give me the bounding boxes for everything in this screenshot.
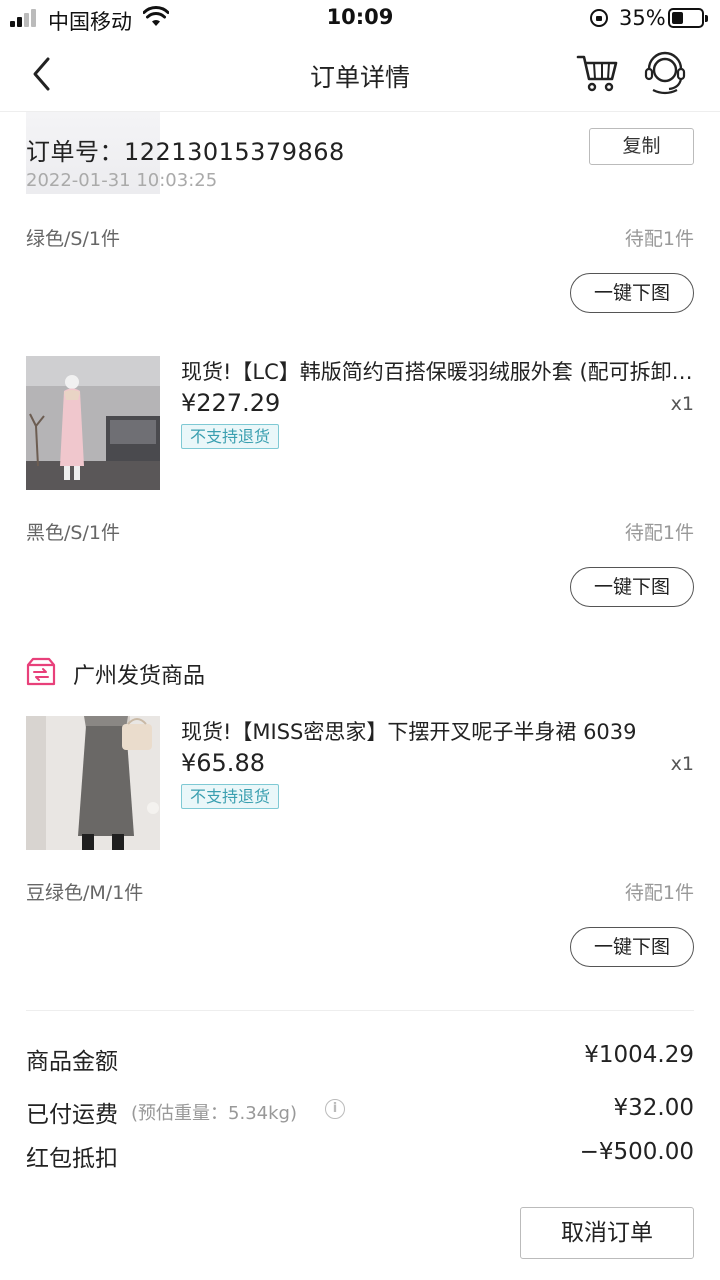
goods-amount-label: 商品金额 <box>26 1049 118 1075</box>
product-title[interactable]: 现货!【LC】韩版简约百搭保暖羽绒服外套 (配可拆卸毛领) <box>181 356 693 386</box>
cancel-order-button[interactable]: 取消订单 <box>520 1207 694 1259</box>
estimated-weight-note: (预估重量：5.34kg) <box>131 1103 297 1124</box>
red-packet-label: 红包抵扣 <box>26 1146 118 1172</box>
cart-icon[interactable] <box>576 52 620 94</box>
goods-amount-value: ¥1004.29 <box>584 1042 694 1068</box>
status-bar: 中国移动 10:09 35% <box>0 0 720 36</box>
item-spec: 豆绿色/M/1件 <box>26 882 144 904</box>
item-status: 待配1件 <box>624 228 694 250</box>
product-thumbnail[interactable] <box>26 356 160 490</box>
order-number: 订单号：12213015379868 <box>26 138 345 166</box>
battery-icon <box>668 8 708 28</box>
no-return-badge: 不支持退货 <box>181 424 280 449</box>
download-images-button[interactable]: 一键下图 <box>570 273 694 313</box>
product-price: ¥227.29 <box>181 389 281 417</box>
shipping-fee-value: ¥32.00 <box>613 1095 694 1121</box>
orientation-lock-icon <box>590 9 608 27</box>
download-images-button[interactable]: 一键下图 <box>570 567 694 607</box>
no-return-badge: 不支持退货 <box>181 784 280 809</box>
copy-order-number-button[interactable]: 复制 <box>589 128 694 165</box>
product-price: ¥65.88 <box>181 749 265 777</box>
red-packet-value: −¥500.00 <box>579 1139 694 1165</box>
item-status: 待配1件 <box>624 522 694 544</box>
battery-percent: 35% <box>619 6 666 30</box>
divider <box>26 1010 694 1011</box>
section-title-guangzhou: 广州发货商品 <box>73 664 206 689</box>
shipping-fee-label: 已付运费 <box>26 1102 118 1128</box>
download-images-button[interactable]: 一键下图 <box>570 927 694 967</box>
order-timestamp: 2022-01-31 10:03:25 <box>26 170 218 191</box>
navigation-bar: 订单详情 <box>0 36 720 112</box>
item-spec: 绿色/S/1件 <box>26 228 120 250</box>
product-thumbnail[interactable] <box>26 716 160 850</box>
item-spec: 黑色/S/1件 <box>26 522 120 544</box>
customer-service-icon[interactable] <box>642 50 688 96</box>
info-icon[interactable]: i <box>325 1099 345 1119</box>
product-title[interactable]: 现货!【MISS密思家】下摆开叉呢子半身裙 6039 <box>181 716 693 746</box>
clock-time: 10:09 <box>326 5 394 29</box>
product-quantity: x1 <box>670 753 694 775</box>
shipping-box-icon <box>26 657 56 686</box>
item-status: 待配1件 <box>624 882 694 904</box>
product-quantity: x1 <box>670 393 694 415</box>
